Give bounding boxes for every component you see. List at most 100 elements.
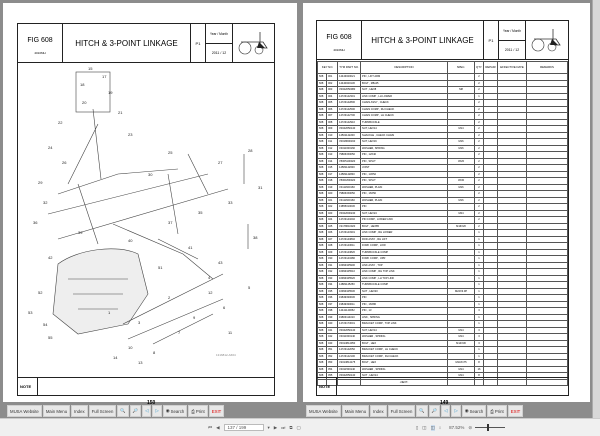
callout-number: 9 (193, 315, 196, 320)
fig-number: FIG 608 (326, 34, 352, 41)
callout-number: 40 (128, 238, 133, 243)
note-box: NOTE (317, 377, 568, 395)
prev-page-icon[interactable]: ◁ (142, 405, 152, 417)
main-menu-button[interactable]: Main Menu (341, 405, 370, 417)
callout-number: 13 (138, 360, 143, 365)
callout-number: 32 (43, 200, 48, 205)
callout-number: 19 (108, 90, 113, 95)
scroll-icon[interactable]: ↕ (439, 425, 441, 430)
search-button[interactable]: ◉ Search (162, 405, 188, 417)
print-button[interactable]: ⎙ Print (188, 405, 208, 417)
copy-icon[interactable]: ⧉ (289, 425, 292, 430)
callout-number: 36 (33, 220, 38, 225)
prev-page-icon[interactable]: ◀ (216, 425, 219, 431)
callout-number: 2 (168, 295, 171, 300)
musa-website-button[interactable]: MUSA Website (7, 405, 42, 417)
left-page: FIG 608 4010MH HITCH & 3-POINT LINKAGE P1… (3, 3, 297, 402)
print-button[interactable]: ⎙ Print (487, 405, 507, 417)
page-title: HITCH & 3-POINT LINKAGE (362, 21, 484, 59)
callout-number: 30 (148, 172, 153, 177)
column-header: KEY NO. (316, 61, 339, 74)
index-button[interactable]: Index (370, 405, 387, 417)
zoom-slider[interactable] (475, 424, 506, 431)
zoom-in-icon[interactable]: 🔍 (416, 405, 428, 417)
callout-number: 17 (102, 74, 107, 79)
index-button[interactable]: Index (71, 405, 88, 417)
callout-number: 43 (218, 260, 223, 265)
musa-website-button[interactable]: MUSA Website (306, 405, 341, 417)
callout-number: 41 (188, 245, 193, 250)
search-button[interactable]: ◉ Search (461, 405, 487, 417)
right-frame: FIG 608 4010MH HITCH & 3-POINT LINKAGE P1… (316, 20, 569, 396)
part-label: P1 (191, 24, 206, 62)
ym-label: Year / Month (499, 21, 525, 41)
parts-table-wrap: KEY NO. TYM PART NO. DESCRIPTION SPEC. QTY. R… (316, 61, 568, 386)
callout-number: 51 (158, 265, 163, 270)
last-page-icon[interactable]: ⏭ (281, 425, 285, 430)
zoom-out-icon[interactable]: 🔎 (129, 405, 142, 417)
note-label: NOTE (317, 378, 337, 395)
next-page-icon[interactable]: ▷ (451, 405, 461, 417)
callout-number: 8 (153, 350, 156, 355)
next-page-icon[interactable]: ▶ (274, 425, 277, 431)
tractor-logo-icon (526, 21, 568, 59)
callout-number: 29 (38, 180, 43, 185)
callout-number: 22 (58, 120, 63, 125)
parts-table: KEY NO. TYM PART NO. DESCRIPTION SPEC. QTY. R… (316, 61, 568, 386)
callout-number: 3 (138, 320, 141, 325)
prev-page-icon[interactable]: ◁ (441, 405, 451, 417)
fit-icon[interactable]: ▢ (297, 425, 301, 431)
callout-number: 15 (88, 66, 93, 71)
zoom-slider-thumb[interactable] (487, 424, 490, 431)
right-page: FIG 608 4010MH HITCH & 3-POINT LINKAGE P1… (303, 3, 590, 402)
two-page-icon[interactable]: ◫ (430, 424, 435, 431)
zoom-out-icon[interactable]: ⊝ (468, 425, 472, 431)
full-screen-button[interactable]: Full Screen (387, 405, 416, 417)
callout-number: 42 (48, 255, 53, 260)
exit-button[interactable]: EXIT (507, 405, 524, 417)
zoom-in-icon[interactable]: 🔍 (117, 405, 129, 417)
callout-number: 27 (218, 160, 223, 165)
right-header: FIG 608 4010MH HITCH & 3-POINT LINKAGE P1… (317, 21, 568, 60)
part-label: P1 (484, 21, 499, 59)
parts-diagram: 1517181920212223242526 272829303132 333536… (28, 66, 263, 365)
callout-number: 53 (28, 310, 33, 315)
model: 4010MH (34, 51, 46, 55)
continuous-icon[interactable]: ◫ (422, 425, 426, 431)
callout-number: 35 (198, 210, 203, 215)
callout-number: 18 (80, 82, 85, 87)
column-header: SPEC. (447, 61, 476, 74)
vertical-scrollbar[interactable] (592, 0, 600, 418)
column-header: REPAIR (483, 61, 499, 74)
search-label: Search (170, 408, 185, 414)
single-page-icon[interactable]: ▯ (416, 425, 418, 431)
callout-number: 12 (208, 290, 213, 295)
callout-number: 38 (253, 235, 258, 240)
column-header: EFFECTIVE DATE (497, 61, 528, 74)
callout-number: 33 (228, 200, 233, 205)
ym-label: Year / Month (206, 24, 232, 44)
column-header: DESCRIPTION (360, 61, 449, 74)
status-bar: ⏮ ◀ 137 / 199 ▾ ▶ ⏭ ⧉ ▢ ▯ ◫ ◫ ↕ 87.52% ⊝ (0, 418, 600, 436)
page-dropdown-icon[interactable]: ▾ (268, 425, 270, 431)
search-label: Search (469, 408, 484, 414)
print-label: Print (494, 408, 504, 414)
tractor-logo-icon (233, 24, 274, 62)
exit-button[interactable]: EXIT (208, 405, 225, 417)
left-header: FIG 608 4010MH HITCH & 3-POINT LINKAGE P1… (18, 24, 274, 63)
callout-number: 54 (43, 322, 48, 327)
callout-number: 25 (168, 150, 173, 155)
zoom-out-icon[interactable]: 🔎 (428, 405, 441, 417)
column-header: QTY. (474, 61, 485, 74)
ym-value: 2011 / 12 (211, 51, 227, 55)
full-screen-button[interactable]: Full Screen (88, 405, 117, 417)
callout-number: 37 (168, 220, 173, 225)
callout-number: 26 (62, 160, 67, 165)
note-label: NOTE (18, 378, 38, 395)
first-page-icon[interactable]: ⏮ (208, 425, 212, 430)
left-frame: FIG 608 4010MH HITCH & 3-POINT LINKAGE P1… (17, 23, 275, 396)
fig-number: FIG 608 (27, 37, 53, 44)
next-page-icon[interactable]: ▷ (152, 405, 162, 417)
main-menu-button[interactable]: Main Menu (42, 405, 71, 417)
page-input[interactable]: 137 / 199 (223, 424, 264, 431)
